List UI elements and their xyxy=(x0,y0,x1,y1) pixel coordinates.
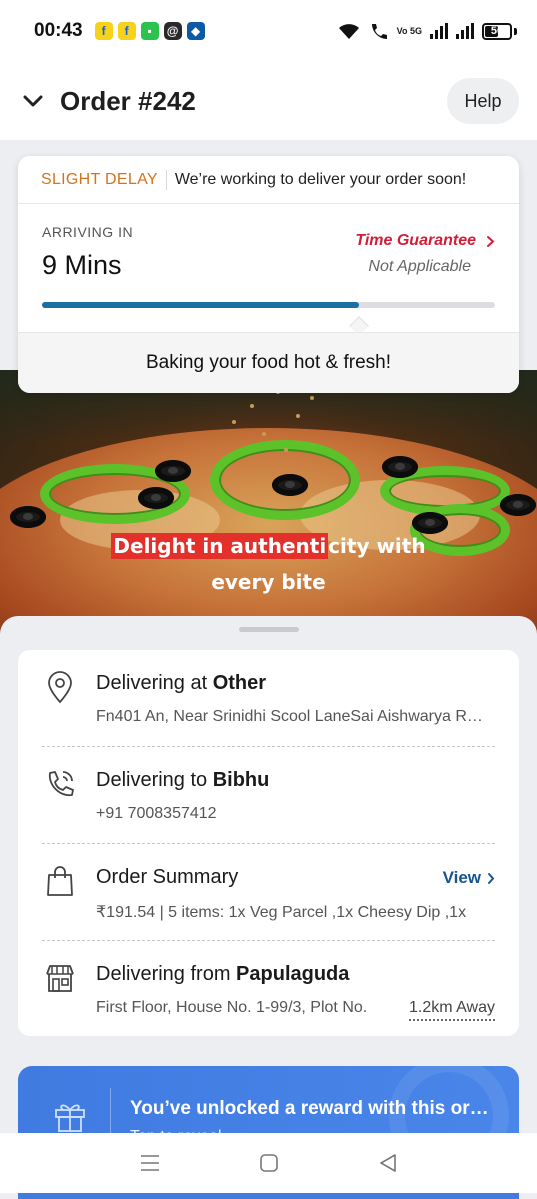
time-guarantee-title[interactable]: Time Guarantee xyxy=(355,232,495,250)
delay-label: SLIGHT DELAY xyxy=(41,170,158,188)
store-icon xyxy=(46,965,74,992)
olive xyxy=(500,494,536,516)
battery-icon: 50 xyxy=(482,22,512,40)
shopping-bag-icon xyxy=(47,866,73,896)
gift-icon xyxy=(55,1104,85,1132)
detail-title-prefix: Delivering from xyxy=(96,963,237,985)
detail-title-bold: Bibhu xyxy=(212,769,270,791)
system-nav-bar xyxy=(0,1133,537,1193)
next-card-edge xyxy=(18,1193,519,1199)
delay-banner: SLIGHT DELAY We’re working to deliver yo… xyxy=(18,156,519,204)
delivery-progress-bar xyxy=(42,302,495,308)
detail-title-bold: Other xyxy=(212,672,267,694)
olive xyxy=(138,487,174,509)
order-header: Order #242 Help xyxy=(0,62,537,140)
location-pin-icon xyxy=(48,671,72,704)
order-summary-row[interactable]: Order Summary View ₹191.54 | 5 items: 1x… xyxy=(42,844,495,941)
order-summary-text: ₹191.54 | 5 items: 1x Veg Parcel ,1x Che… xyxy=(96,904,467,921)
menu-icon[interactable] xyxy=(136,1149,164,1177)
order-details-card: Delivering at Other Fn401 An, Near Srini… xyxy=(18,650,519,1036)
restaurant-row[interactable]: Delivering from Papulaguda First Floor, … xyxy=(42,941,495,1038)
battery-level: 50 xyxy=(490,25,504,37)
signal-icon xyxy=(430,23,448,39)
home-icon[interactable] xyxy=(255,1149,283,1177)
delivery-address-row[interactable]: Delivering at Other Fn401 An, Near Srini… xyxy=(42,650,495,747)
tagline-line2: every bite xyxy=(211,570,326,594)
time-guarantee-status: Not Applicable xyxy=(368,258,471,275)
restaurant-address: First Floor, House No. 1-99/3, Plot No. xyxy=(96,999,368,1016)
speck xyxy=(296,414,300,418)
volte-indicator: Vo 5G xyxy=(396,25,422,36)
flipkart-icon: f xyxy=(94,22,113,40)
detail-title-bold: Papulaguda xyxy=(236,963,350,985)
status-indicators: Vo 5G 50 xyxy=(337,22,517,40)
reward-title: You’ve unlocked a reward with this order xyxy=(130,1098,490,1119)
speck xyxy=(232,420,236,424)
speck xyxy=(284,448,288,452)
olive xyxy=(272,474,308,496)
threads-icon: @ xyxy=(163,22,182,40)
detail-title-prefix: Delivering at xyxy=(96,672,213,694)
progress-fill xyxy=(42,302,360,308)
drag-handle[interactable] xyxy=(239,627,299,632)
flipkart-icon: f xyxy=(117,22,136,40)
notification-icons: f f ▪ @ ◆ xyxy=(94,22,205,40)
signal-icon xyxy=(456,23,474,39)
help-button[interactable]: Help xyxy=(447,78,519,124)
call-icon xyxy=(371,24,387,39)
chevron-right-icon xyxy=(487,235,495,247)
detail-title: Delivering to Bibhu xyxy=(96,769,269,792)
status-bar: 00:43 f f ▪ @ ◆ Vo 5G 50 xyxy=(0,0,537,62)
chevron-right-icon xyxy=(488,872,495,884)
green-app-icon: ▪ xyxy=(140,22,159,40)
divider xyxy=(165,169,167,190)
olive xyxy=(155,460,191,482)
detail-title: Order Summary xyxy=(96,866,238,889)
olive xyxy=(382,456,418,478)
eta-block: ARRIVING IN 9 Mins Time Guarantee Not Ap… xyxy=(18,204,519,332)
distance-label: 1.2km Away xyxy=(409,999,495,1021)
time-guarantee[interactable]: Time Guarantee Not Applicable xyxy=(355,232,495,276)
delay-message: We’re working to deliver your order soon… xyxy=(174,170,467,188)
banner-tagline: Delight in authenti city with every bite xyxy=(0,528,537,600)
status-time: 00:43 xyxy=(34,20,83,41)
phone-icon xyxy=(48,771,74,797)
dominos-icon: ◆ xyxy=(186,22,205,40)
baking-message: Baking your food hot & fresh! xyxy=(18,332,519,393)
olive xyxy=(10,506,46,528)
order-status-card: SLIGHT DELAY We’re working to deliver yo… xyxy=(18,156,519,393)
time-guarantee-label: Time Guarantee xyxy=(355,232,476,249)
bottom-sheet: Delivering at Other Fn401 An, Near Srini… xyxy=(0,616,537,1199)
speck xyxy=(310,396,314,400)
page-title: Order #242 xyxy=(60,85,196,116)
battery-nub xyxy=(514,27,517,35)
detail-title: Delivering from Papulaguda xyxy=(96,963,349,986)
detail-title: Delivering at Other xyxy=(96,672,266,695)
tagline-highlight: Delight in authenti xyxy=(111,533,329,559)
delivery-address: Fn401 An, Near Srinidhi Scool LaneSai Ai… xyxy=(96,708,490,725)
speck xyxy=(262,432,266,436)
chevron-down-icon[interactable] xyxy=(22,90,44,112)
detail-title-prefix: Order Summary xyxy=(96,866,239,888)
tagline-rest: city with xyxy=(328,534,426,558)
recipient-phone: +91 7008357412 xyxy=(96,805,217,822)
food-banner-image: Delight in authenti city with every bite xyxy=(0,370,537,640)
back-icon[interactable] xyxy=(374,1149,402,1177)
speck xyxy=(250,404,254,408)
detail-title-prefix: Delivering to xyxy=(96,769,213,791)
recipient-row[interactable]: Delivering to Bibhu +91 7008357412 xyxy=(42,747,495,844)
view-label: View xyxy=(442,868,481,887)
wifi-icon xyxy=(338,24,359,39)
view-order-button[interactable]: View xyxy=(443,868,495,888)
